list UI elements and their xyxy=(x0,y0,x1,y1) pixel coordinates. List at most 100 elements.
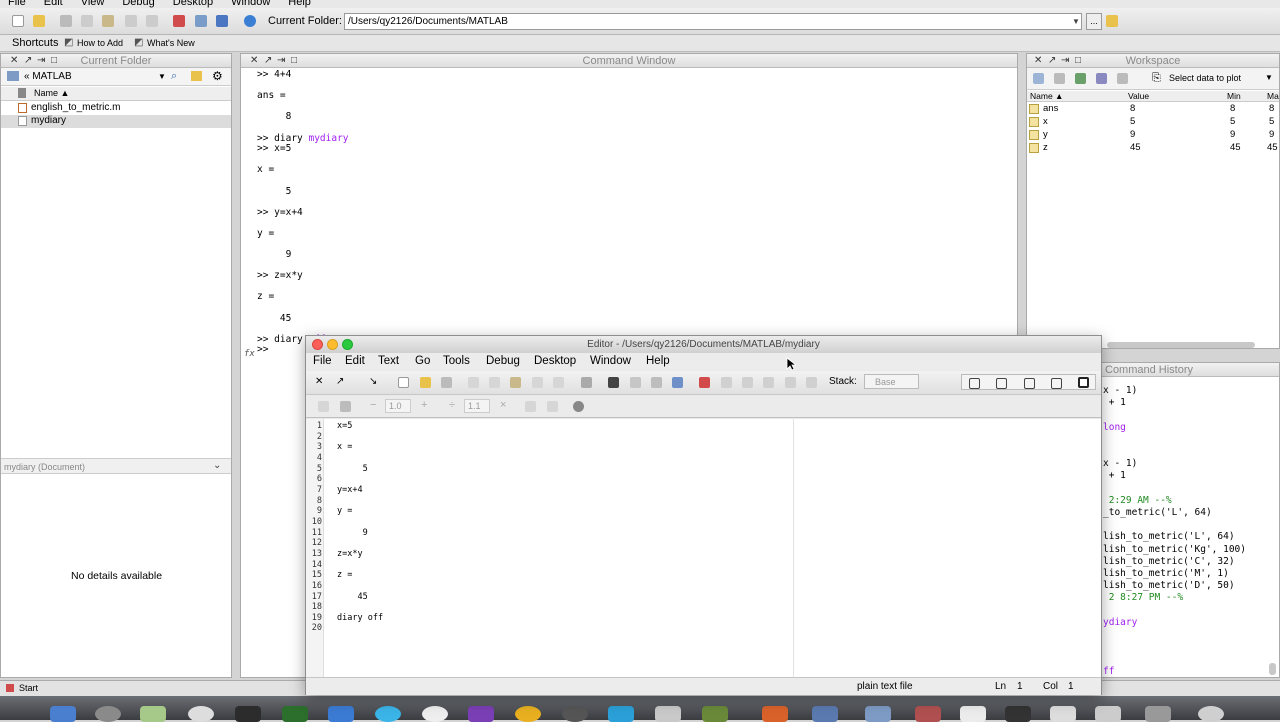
zoom-window-button[interactable] xyxy=(342,339,353,350)
history-item[interactable]: ​ xyxy=(1103,641,1246,653)
history-item[interactable]: ​ xyxy=(1103,409,1246,421)
command-output[interactable]: >> 4+4​ans =​ 8​>> diary mydiary>> x=5​x… xyxy=(257,69,349,356)
undo-icon[interactable] xyxy=(125,15,137,27)
workspace-row[interactable]: z 45 45 45 xyxy=(1027,142,1279,155)
fx-icon[interactable]: fx xyxy=(244,349,255,359)
publish-icon[interactable] xyxy=(573,401,584,412)
shortcuts-label[interactable]: Shortcuts xyxy=(12,37,58,49)
profiler-icon[interactable] xyxy=(216,15,228,27)
menu-help[interactable]: Help xyxy=(288,0,311,8)
editor-text-area[interactable]: 1234567891011121314151617181920 x=5​x =​… xyxy=(306,419,1101,677)
cell-value-input[interactable]: 1.1 xyxy=(464,399,490,413)
cell-value-input[interactable]: 1.0 xyxy=(385,399,411,413)
cut-icon[interactable] xyxy=(60,15,72,27)
history-item[interactable]: ​ xyxy=(1103,446,1246,458)
cell-tool-icon[interactable] xyxy=(547,401,558,412)
workspace-row[interactable]: y 9 9 9 xyxy=(1027,129,1279,142)
code-line[interactable]: 45 xyxy=(337,592,383,603)
plot-icon[interactable]: ⎘ xyxy=(1152,72,1161,85)
maximize-icon[interactable]: □ xyxy=(51,54,57,68)
code-line[interactable]: ​ xyxy=(337,560,383,571)
current-folder-input[interactable]: /Users/qy2126/Documents/MATLAB xyxy=(344,13,1082,30)
history-item[interactable]: ​ xyxy=(1103,629,1246,641)
step-in-icon[interactable] xyxy=(742,377,753,388)
editor-menu-text[interactable]: Text xyxy=(378,355,399,367)
increment-icon[interactable]: + xyxy=(421,399,427,411)
menu-file[interactable]: File xyxy=(8,0,26,8)
file-row[interactable]: english_to_metric.m xyxy=(1,102,231,115)
copy-icon[interactable] xyxy=(489,377,500,388)
cell-tool-icon[interactable] xyxy=(525,401,536,412)
close-icon[interactable]: ✕ xyxy=(250,54,258,68)
minimize-icon[interactable]: ⇥ xyxy=(277,54,285,68)
chevron-down-icon[interactable]: ⌄ xyxy=(213,460,221,471)
minimize-icon[interactable]: ⇥ xyxy=(1061,54,1069,68)
history-item[interactable]: long xyxy=(1103,422,1246,434)
step-out-icon[interactable] xyxy=(763,377,774,388)
new-file-icon[interactable] xyxy=(12,15,24,27)
close-icon[interactable]: ✕ xyxy=(315,376,323,387)
workspace-row[interactable]: x 5 5 5 xyxy=(1027,116,1279,129)
column-name[interactable]: Name ▲ xyxy=(1030,91,1063,101)
redo-icon[interactable] xyxy=(146,15,158,27)
continue-icon[interactable] xyxy=(785,377,796,388)
start-button[interactable]: Start xyxy=(19,683,38,693)
menu-edit[interactable]: Edit xyxy=(44,0,63,8)
chevron-down-icon[interactable]: ▼ xyxy=(1265,73,1273,82)
undock-icon[interactable]: ↗ xyxy=(24,54,32,68)
history-item[interactable]: ​ xyxy=(1103,483,1246,495)
editor-menu-file[interactable]: File xyxy=(313,355,332,367)
folder-path-label[interactable]: « MATLAB xyxy=(24,71,72,82)
cell-eval-icon[interactable] xyxy=(340,401,351,412)
code-line[interactable]: 5 xyxy=(337,464,383,475)
code-line[interactable]: ​ xyxy=(337,602,383,613)
history-item[interactable]: _to_metric('L', 64) xyxy=(1103,507,1246,519)
menu-view[interactable]: View xyxy=(81,0,105,8)
history-item[interactable]: ​ xyxy=(1103,519,1246,531)
close-icon[interactable]: ✕ xyxy=(10,54,18,68)
back-icon[interactable] xyxy=(630,377,641,388)
forward-icon[interactable] xyxy=(651,377,662,388)
undock-icon[interactable]: ↗ xyxy=(336,376,344,387)
code-line[interactable]: ​ xyxy=(337,432,383,443)
file-row[interactable]: mydiary xyxy=(1,115,231,128)
close-icon[interactable]: ✕ xyxy=(1034,54,1042,68)
redo-icon[interactable] xyxy=(553,377,564,388)
stack-select[interactable]: Base xyxy=(864,374,919,389)
tile-layout-icon[interactable] xyxy=(969,378,980,389)
code-line[interactable]: z = xyxy=(337,570,383,581)
column-min[interactable]: Min xyxy=(1227,91,1241,101)
multiply-icon[interactable]: × xyxy=(500,399,506,411)
cell-icon[interactable] xyxy=(318,401,329,412)
cut-icon[interactable] xyxy=(468,377,479,388)
save-workspace-icon[interactable] xyxy=(1096,73,1107,84)
exit-debug-icon[interactable] xyxy=(806,377,817,388)
open-folder-icon[interactable] xyxy=(33,15,45,27)
history-list[interactable]: x - 1) + 1​long​​x - 1) + 1​ 2:29 AM --%… xyxy=(1103,385,1246,678)
code-line[interactable]: x = xyxy=(337,442,383,453)
paste-icon[interactable] xyxy=(510,377,521,388)
browse-folder-button[interactable]: ... xyxy=(1086,13,1102,30)
chevron-down-icon[interactable]: ▼ xyxy=(1070,13,1082,30)
code-line[interactable]: ​ xyxy=(337,517,383,528)
open-variable-icon[interactable] xyxy=(1054,73,1065,84)
undo-icon[interactable] xyxy=(532,377,543,388)
print-icon[interactable] xyxy=(581,377,592,388)
float-layout-icon[interactable] xyxy=(1051,378,1062,389)
code-line[interactable]: ​ xyxy=(337,581,383,592)
minimize-icon[interactable]: ⇥ xyxy=(37,54,45,68)
dock-arrow-icon[interactable]: ↘ xyxy=(369,376,377,387)
column-value[interactable]: Value xyxy=(1128,91,1149,101)
decrement-icon[interactable]: − xyxy=(370,399,376,411)
menu-desktop[interactable]: Desktop xyxy=(173,0,213,8)
history-item[interactable]: lish_to_metric('C', 32) xyxy=(1103,556,1246,568)
import-data-icon[interactable] xyxy=(1075,73,1086,84)
find-icon[interactable] xyxy=(608,377,619,388)
history-item[interactable]: ​ xyxy=(1103,605,1246,617)
history-item[interactable]: ydiary xyxy=(1103,617,1246,629)
maximize-layout-icon[interactable] xyxy=(1078,377,1089,388)
code-line[interactable]: ​ xyxy=(337,538,383,549)
editor-code[interactable]: x=5​x =​ 5​y=x+4​y =​ 9​z=x*y​z =​ 45​di… xyxy=(337,421,383,634)
code-line[interactable]: ​ xyxy=(337,474,383,485)
simulink-icon[interactable] xyxy=(173,15,185,27)
